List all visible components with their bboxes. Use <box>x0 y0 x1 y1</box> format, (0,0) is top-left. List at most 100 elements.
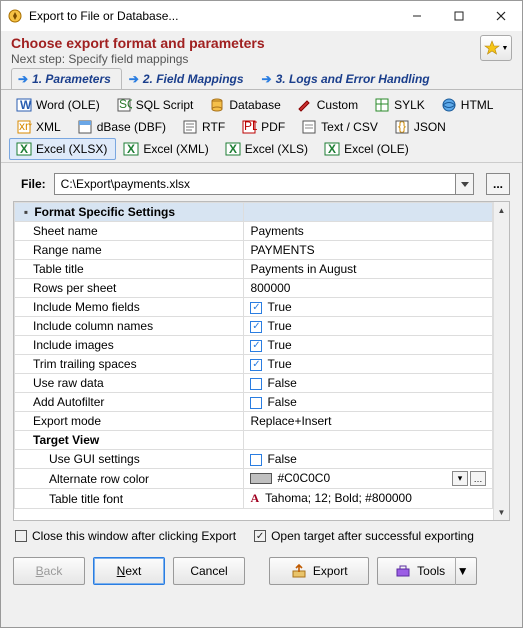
format-word[interactable]: WWord (OLE) <box>9 94 109 116</box>
row-use-gui[interactable]: Use GUI settingsFalse <box>15 450 493 469</box>
format-label: Excel (XLS) <box>245 142 308 156</box>
format-excel-xml[interactable]: XExcel (XML) <box>116 138 217 160</box>
checkbox-icon[interactable] <box>250 378 262 390</box>
button-bar: Back Next Cancel Export Tools ▼ <box>1 551 522 597</box>
row-sheet-name[interactable]: Sheet namePayments <box>15 222 493 241</box>
prop-value[interactable]: Payments in August <box>244 260 493 279</box>
prop-value[interactable]: 800000 <box>244 279 493 298</box>
excel-icon: X <box>225 141 241 157</box>
checkbox-icon[interactable]: ✓ <box>250 321 262 333</box>
format-rtf[interactable]: RTF <box>175 116 234 138</box>
toolbox-icon <box>395 563 411 579</box>
favorites-button[interactable]: ▼ <box>480 35 512 61</box>
prop-value[interactable]: ▾…#C0C0C0 <box>244 469 493 489</box>
prop-value[interactable]: ✓True <box>244 355 493 374</box>
row-title-font[interactable]: Table title fontATahoma; 12; Bold; #8000… <box>15 489 493 509</box>
prop-value[interactable]: ATahoma; 12; Bold; #800000 <box>244 489 493 509</box>
excel-icon: X <box>324 141 340 157</box>
tools-button[interactable]: Tools ▼ <box>377 557 477 585</box>
wizard-tabs: ➔1. Parameters ➔2. Field Mappings ➔3. Lo… <box>1 68 522 90</box>
row-raw-data[interactable]: Use raw dataFalse <box>15 374 493 393</box>
checkbox-label: Open target after successful exporting <box>271 529 474 543</box>
file-dropdown[interactable] <box>456 173 474 195</box>
settings-grid: ▪ Format Specific Settings Sheet namePay… <box>13 201 510 521</box>
scrollbar[interactable]: ▲ ▼ <box>493 202 509 520</box>
format-custom[interactable]: Custom <box>290 94 367 116</box>
open-target-checkbox[interactable]: ✓Open target after successful exporting <box>254 529 474 543</box>
titlebar: Export to File or Database... <box>1 1 522 31</box>
prop-value[interactable]: ✓True <box>244 336 493 355</box>
prop-key: Use GUI settings <box>15 450 244 469</box>
svg-text:W: W <box>20 98 32 112</box>
format-excel-ole[interactable]: XExcel (OLE) <box>317 138 418 160</box>
minimize-button[interactable] <box>396 1 438 31</box>
prop-value[interactable]: ✓True <box>244 298 493 317</box>
checkbox-icon[interactable]: ✓ <box>250 340 262 352</box>
scroll-up[interactable]: ▲ <box>494 202 509 218</box>
format-csv[interactable]: Text / CSV <box>294 116 387 138</box>
close-button[interactable] <box>480 1 522 31</box>
checkbox-icon[interactable] <box>250 454 262 466</box>
format-sylk[interactable]: SYLK <box>367 94 434 116</box>
row-range-name[interactable]: Range namePAYMENTS <box>15 241 493 260</box>
row-trim-spaces[interactable]: Trim trailing spaces✓True <box>15 355 493 374</box>
prop-value[interactable]: ✓True <box>244 317 493 336</box>
format-html[interactable]: HTML <box>434 94 503 116</box>
prop-key: Include column names <box>15 317 244 336</box>
svg-text:X: X <box>229 142 237 156</box>
section-header: Format Specific Settings <box>34 205 175 219</box>
prop-key: Sheet name <box>15 222 244 241</box>
format-xlsx[interactable]: XExcel (XLSX) <box>9 138 116 160</box>
checkbox-icon <box>15 530 27 542</box>
row-autofilter[interactable]: Add AutofilterFalse <box>15 393 493 412</box>
format-dbase[interactable]: dBase (DBF) <box>70 116 175 138</box>
close-after-export-checkbox[interactable]: Close this window after clicking Export <box>15 529 236 543</box>
cancel-button[interactable]: Cancel <box>173 557 245 585</box>
row-alt-color[interactable]: Alternate row color▾…#C0C0C0 <box>15 469 493 489</box>
checkbox-icon[interactable]: ✓ <box>250 359 262 371</box>
row-include-images[interactable]: Include images✓True <box>15 336 493 355</box>
svg-text:xml: xml <box>19 119 32 133</box>
btn-label: Tools <box>417 564 445 578</box>
prop-key: Export mode <box>15 412 244 431</box>
export-dialog: Export to File or Database... Choose exp… <box>0 0 523 628</box>
format-label: PDF <box>261 120 285 134</box>
format-selector: WWord (OLE) SQLSQL Script Database Custo… <box>1 90 522 163</box>
dropdown-button[interactable]: ▾ <box>452 471 468 486</box>
file-input[interactable] <box>54 173 456 195</box>
row-table-title[interactable]: Table titlePayments in August <box>15 260 493 279</box>
prop-value[interactable]: False <box>244 374 493 393</box>
format-json[interactable]: {}JSON <box>387 116 455 138</box>
browse-button[interactable]: ... <box>486 173 510 195</box>
excel-icon: X <box>16 141 32 157</box>
prop-value[interactable]: Payments <box>244 222 493 241</box>
row-export-mode[interactable]: Export modeReplace+Insert <box>15 412 493 431</box>
format-xls[interactable]: X Excel (XLS) <box>218 138 317 160</box>
checkbox-icon[interactable]: ✓ <box>250 302 262 314</box>
maximize-button[interactable] <box>438 1 480 31</box>
prop-value[interactable]: False <box>244 393 493 412</box>
next-button[interactable]: Next <box>93 557 165 585</box>
row-rows-per-sheet[interactable]: Rows per sheet800000 <box>15 279 493 298</box>
tab-field-mappings[interactable]: ➔2. Field Mappings <box>122 68 255 89</box>
prop-value[interactable]: False <box>244 450 493 469</box>
prop-value[interactable]: Replace+Insert <box>244 412 493 431</box>
header-title: Choose export format and parameters <box>11 35 480 51</box>
tools-dropdown[interactable]: ▼ <box>455 557 469 585</box>
arrow-icon: ➔ <box>18 72 28 86</box>
tab-parameters[interactable]: ➔1. Parameters <box>11 68 122 89</box>
format-database[interactable]: Database <box>202 94 289 116</box>
row-include-columns[interactable]: Include column names✓True <box>15 317 493 336</box>
scroll-down[interactable]: ▼ <box>494 504 509 520</box>
row-include-memo[interactable]: Include Memo fields✓True <box>15 298 493 317</box>
checkbox-icon[interactable] <box>250 397 262 409</box>
ellipsis-button[interactable]: … <box>470 471 486 486</box>
format-sql[interactable]: SQLSQL Script <box>109 94 203 116</box>
tab-logs[interactable]: ➔3. Logs and Error Handling <box>255 68 441 89</box>
format-pdf[interactable]: PDFPDF <box>234 116 294 138</box>
export-button[interactable]: Export <box>269 557 369 585</box>
prop-value[interactable]: PAYMENTS <box>244 241 493 260</box>
back-button[interactable]: Back <box>13 557 85 585</box>
format-xml[interactable]: xmlXML <box>9 116 70 138</box>
format-label: Excel (XML) <box>143 142 208 156</box>
